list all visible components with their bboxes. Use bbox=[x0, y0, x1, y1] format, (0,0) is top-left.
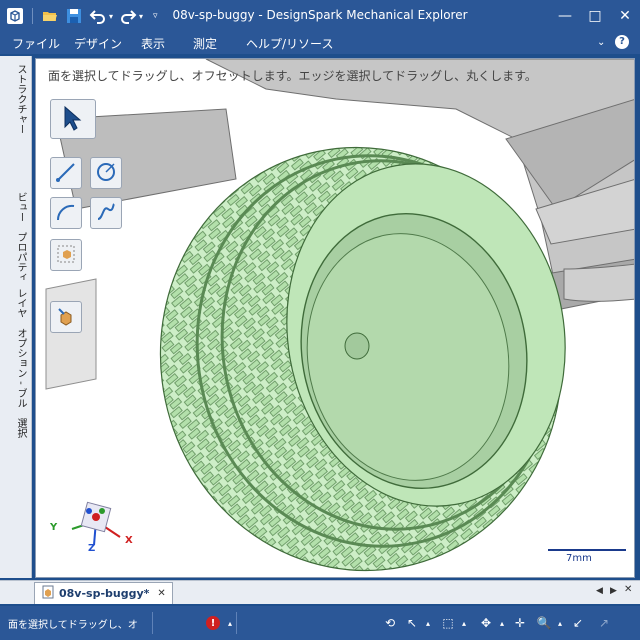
tab-selection[interactable]: 選択 bbox=[8, 418, 28, 438]
app-window: ▾ ▾ ▿ 08v-sp-buggy - DesignSpark Mechani… bbox=[0, 0, 640, 640]
design-viewport[interactable]: 面を選択してドラッグし、オフセットします。エッジを選択してドラッグし、丸くします… bbox=[35, 58, 635, 578]
viewport-hint: 面を選択してドラッグし、オフセットします。エッジを選択してドラッグし、丸くします… bbox=[48, 69, 537, 83]
app-cube-icon[interactable] bbox=[6, 7, 24, 25]
select-tool-button[interactable] bbox=[50, 99, 96, 139]
tab-scroll-left-icon[interactable]: ◀ bbox=[596, 586, 603, 596]
axis-y-label: Y bbox=[50, 522, 58, 533]
status-bar: 面を選択してドラッグし、オ ! ▴ ⟲ ↖ ▴ ⬚ ▴ ✥ ▴ ✛ 🔍 ▴ ↙ … bbox=[0, 606, 640, 640]
help-icon[interactable]: ? bbox=[615, 35, 629, 49]
tab-view[interactable]: ビュー bbox=[8, 192, 28, 222]
menu-measure[interactable]: 測定 bbox=[193, 35, 217, 52]
axis-x-label: X bbox=[125, 535, 133, 546]
quick-access-toolbar: ▾ ▾ ▿ bbox=[6, 6, 158, 26]
axis-triad bbox=[71, 501, 121, 546]
select-mode-dropdown-icon[interactable]: ▴ bbox=[420, 615, 436, 631]
arc-icon bbox=[55, 201, 77, 226]
minimize-button[interactable]: — bbox=[550, 0, 580, 32]
menu-bar: ファイル デザイン 表示 測定 ヘルプ/リソース ⌄ ? bbox=[0, 32, 640, 54]
undo-icon[interactable] bbox=[89, 7, 107, 25]
rotate-view-icon[interactable]: ⟲ bbox=[382, 615, 398, 631]
select-box-tool-button[interactable] bbox=[50, 239, 82, 271]
redo-icon[interactable] bbox=[119, 7, 137, 25]
menu-display[interactable]: 表示 bbox=[141, 35, 165, 52]
zoom-icon[interactable]: 🔍 bbox=[536, 615, 552, 631]
orbit-icon[interactable]: ✥ bbox=[478, 615, 494, 631]
zoom-dropdown-icon[interactable]: ▴ bbox=[552, 615, 568, 631]
box-select-icon bbox=[55, 243, 77, 268]
tab-options[interactable]: オプション - ブル bbox=[8, 328, 28, 408]
scale-label: 7mm bbox=[566, 553, 592, 564]
document-tab-bar: 08v-sp-buggy* ✕ ◀ ▶ ✕ bbox=[0, 580, 640, 604]
close-button[interactable]: ✕ bbox=[610, 0, 640, 32]
pan-icon[interactable]: ✛ bbox=[512, 615, 528, 631]
tab-close-all-icon[interactable]: ✕ bbox=[624, 584, 632, 595]
axis-z-label: Z bbox=[88, 543, 96, 554]
line-tool-button[interactable] bbox=[50, 157, 82, 189]
menu-help-resources[interactable]: ヘルプ/リソース bbox=[246, 35, 333, 52]
error-indicator-icon[interactable]: ! bbox=[206, 616, 220, 630]
box-select-dropdown-icon[interactable]: ▴ bbox=[456, 615, 472, 631]
side-panel-tabs: ストラクチャー ビュー プロパティ レイヤ オプション - ブル 選択 bbox=[0, 56, 32, 578]
select-mode-icon[interactable]: ↖ bbox=[404, 615, 420, 631]
tab-structure[interactable]: ストラクチャー bbox=[8, 64, 28, 134]
customize-toolbar-icon[interactable]: ▿ bbox=[153, 11, 158, 21]
tab-layers[interactable]: レイヤ bbox=[8, 288, 28, 318]
model-canvas[interactable] bbox=[36, 59, 635, 578]
next-view-icon[interactable]: ↗ bbox=[596, 615, 612, 631]
tab-properties[interactable]: プロパティ bbox=[8, 232, 28, 282]
undo-dropdown-icon[interactable]: ▾ bbox=[109, 12, 113, 21]
scale-bar bbox=[548, 549, 626, 551]
pull-tool-button[interactable] bbox=[50, 301, 82, 333]
pull-icon bbox=[55, 305, 77, 330]
spline-tool-button[interactable] bbox=[90, 197, 122, 229]
document-tab[interactable]: 08v-sp-buggy* ✕ bbox=[34, 582, 173, 604]
circle-icon bbox=[95, 161, 117, 186]
tab-scroll-right-icon[interactable]: ▶ bbox=[610, 586, 617, 596]
menu-design[interactable]: デザイン bbox=[74, 35, 122, 52]
pointer-icon bbox=[62, 105, 84, 134]
document-icon bbox=[41, 585, 55, 602]
save-icon[interactable] bbox=[65, 7, 83, 25]
document-tab-close-icon[interactable]: ✕ bbox=[157, 588, 165, 599]
ribbon-collapse-icon[interactable]: ⌄ bbox=[597, 37, 605, 48]
menu-file[interactable]: ファイル bbox=[12, 35, 60, 52]
previous-view-icon[interactable]: ↙ bbox=[570, 615, 586, 631]
circle-tool-button[interactable] bbox=[90, 157, 122, 189]
redo-dropdown-icon[interactable]: ▾ bbox=[139, 12, 143, 21]
spline-icon bbox=[95, 201, 117, 226]
line-icon bbox=[55, 161, 77, 186]
document-tab-label: 08v-sp-buggy* bbox=[59, 587, 150, 600]
folder-open-icon[interactable] bbox=[41, 7, 59, 25]
title-bar: ▾ ▾ ▿ 08v-sp-buggy - DesignSpark Mechani… bbox=[0, 0, 640, 32]
orbit-dropdown-icon[interactable]: ▴ bbox=[494, 615, 510, 631]
maximize-button[interactable]: □ bbox=[580, 0, 610, 32]
arc-tool-button[interactable] bbox=[50, 197, 82, 229]
status-message: 面を選択してドラッグし、オ bbox=[8, 620, 138, 631]
box-select-mode-icon[interactable]: ⬚ bbox=[440, 615, 456, 631]
